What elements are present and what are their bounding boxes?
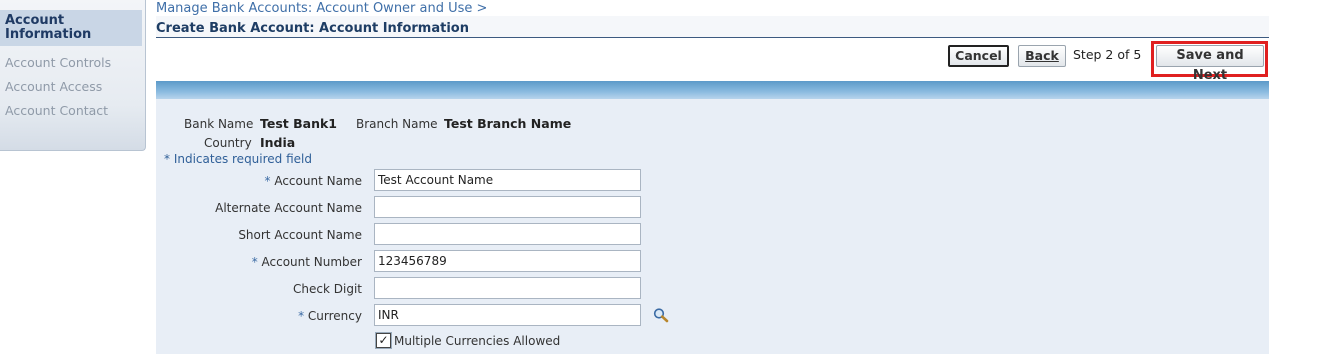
account-number-input[interactable]: 123456789 bbox=[374, 250, 641, 272]
checkmark-icon: ✓ bbox=[378, 333, 389, 347]
sidebar-nav: Account Information Account Controls Acc… bbox=[0, 0, 146, 151]
step-indicator: Step 2 of 5 bbox=[1073, 47, 1142, 62]
bank-name-value: Test Bank1 bbox=[260, 116, 337, 131]
country-value: India bbox=[260, 135, 296, 150]
check-digit-input[interactable] bbox=[374, 277, 641, 299]
alternate-account-name-label: Alternate Account Name bbox=[215, 201, 362, 215]
multiple-currencies-checkbox[interactable]: ✓ bbox=[376, 333, 391, 348]
page-title: Create Bank Account: Account Information bbox=[156, 21, 469, 36]
short-account-name-input[interactable] bbox=[374, 223, 641, 245]
sidebar-item-account-contact[interactable]: Account Contact bbox=[5, 103, 108, 118]
breadcrumb[interactable]: Manage Bank Accounts: Account Owner and … bbox=[156, 1, 487, 16]
alternate-account-name-input[interactable] bbox=[374, 196, 641, 218]
short-account-name-label: Short Account Name bbox=[238, 228, 362, 242]
check-digit-label: Check Digit bbox=[293, 282, 362, 296]
branch-name-label: Branch Name bbox=[356, 117, 438, 131]
required-field-note: * Indicates required field bbox=[164, 152, 313, 166]
search-icon[interactable] bbox=[652, 307, 670, 323]
page-title-bar: Create Bank Account: Account Information bbox=[156, 16, 1269, 38]
sidebar-item-account-controls[interactable]: Account Controls bbox=[5, 55, 111, 70]
required-asterisk: * bbox=[264, 174, 275, 188]
account-name-label: * Account Name bbox=[264, 174, 363, 188]
required-asterisk: * bbox=[251, 255, 262, 269]
save-and-next-button[interactable]: Save and Next bbox=[1156, 45, 1264, 83]
country-label: Country bbox=[204, 136, 252, 150]
bank-name-label: Bank Name bbox=[184, 117, 254, 131]
back-button[interactable]: Back bbox=[1018, 45, 1066, 67]
section-header-bar bbox=[156, 81, 1269, 99]
multiple-currencies-label: Multiple Currencies Allowed bbox=[394, 334, 561, 348]
sidebar-item-account-access[interactable]: Account Access bbox=[5, 79, 102, 94]
cancel-button[interactable]: Cancel bbox=[948, 45, 1009, 67]
currency-input[interactable]: INR bbox=[374, 304, 641, 326]
required-asterisk: * bbox=[298, 309, 308, 323]
account-name-input[interactable]: Test Account Name bbox=[374, 169, 641, 191]
sidebar-item-account-information[interactable]: Account Information bbox=[0, 10, 142, 46]
currency-label: * Currency bbox=[298, 309, 362, 323]
branch-name-value: Test Branch Name bbox=[444, 116, 572, 131]
account-number-label: * Account Number bbox=[251, 255, 362, 269]
